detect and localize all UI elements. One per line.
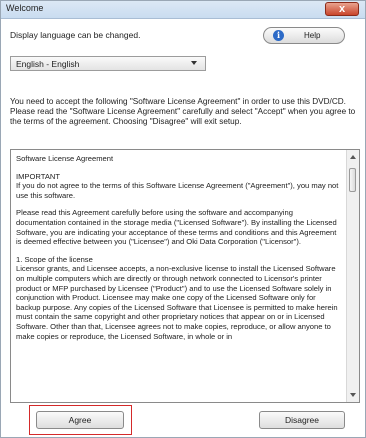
close-button[interactable]: x — [325, 2, 359, 16]
license-important-title: IMPORTANT — [16, 171, 61, 181]
scroll-up-icon[interactable] — [350, 155, 356, 159]
instructions-line-2: Please read the "Software License Agreem… — [10, 107, 356, 127]
language-select[interactable]: English - English — [10, 56, 206, 71]
language-label: Display language can be changed. — [10, 30, 141, 40]
license-text: Software License Agreement IMPORTANT If … — [16, 154, 341, 349]
window-title: Welcome — [6, 3, 44, 13]
license-important-body: If you do not agree to the terms of this… — [16, 181, 339, 200]
language-select-value: English - English — [16, 59, 80, 69]
license-paragraph-2: Please read this Agreement carefully bef… — [16, 208, 337, 247]
instructions-line-1: You need to accept the following "Softwa… — [10, 97, 346, 106]
close-icon: x — [338, 3, 346, 15]
title-bar: Welcome x — [1, 1, 365, 19]
license-section-1-body: Licensor grants, and Licensee accepts, a… — [16, 264, 338, 341]
help-button-label: Help — [304, 31, 321, 40]
license-section-1: 1. Scope of the license Licensor grants,… — [16, 255, 341, 341]
agree-button[interactable]: Agree — [36, 411, 124, 429]
license-scrollbar[interactable] — [346, 150, 359, 402]
info-icon: i — [273, 30, 284, 41]
dialog-content: Display language can be changed. i Help … — [1, 19, 365, 437]
help-button[interactable]: i Help — [263, 27, 345, 44]
license-text-area[interactable]: Software License Agreement IMPORTANT If … — [10, 149, 360, 403]
chevron-down-icon — [191, 61, 197, 65]
instructions: You need to accept the following "Softwa… — [10, 97, 360, 128]
license-heading: Software License Agreement — [16, 154, 114, 163]
welcome-dialog: Welcome x Display language can be change… — [0, 0, 366, 438]
license-section-1-title: 1. Scope of the license — [16, 254, 93, 264]
license-important: IMPORTANT If you do not agree to the ter… — [16, 172, 341, 201]
scrollbar-thumb[interactable] — [349, 168, 356, 192]
scroll-down-icon[interactable] — [350, 393, 356, 397]
disagree-button[interactable]: Disagree — [259, 411, 345, 429]
